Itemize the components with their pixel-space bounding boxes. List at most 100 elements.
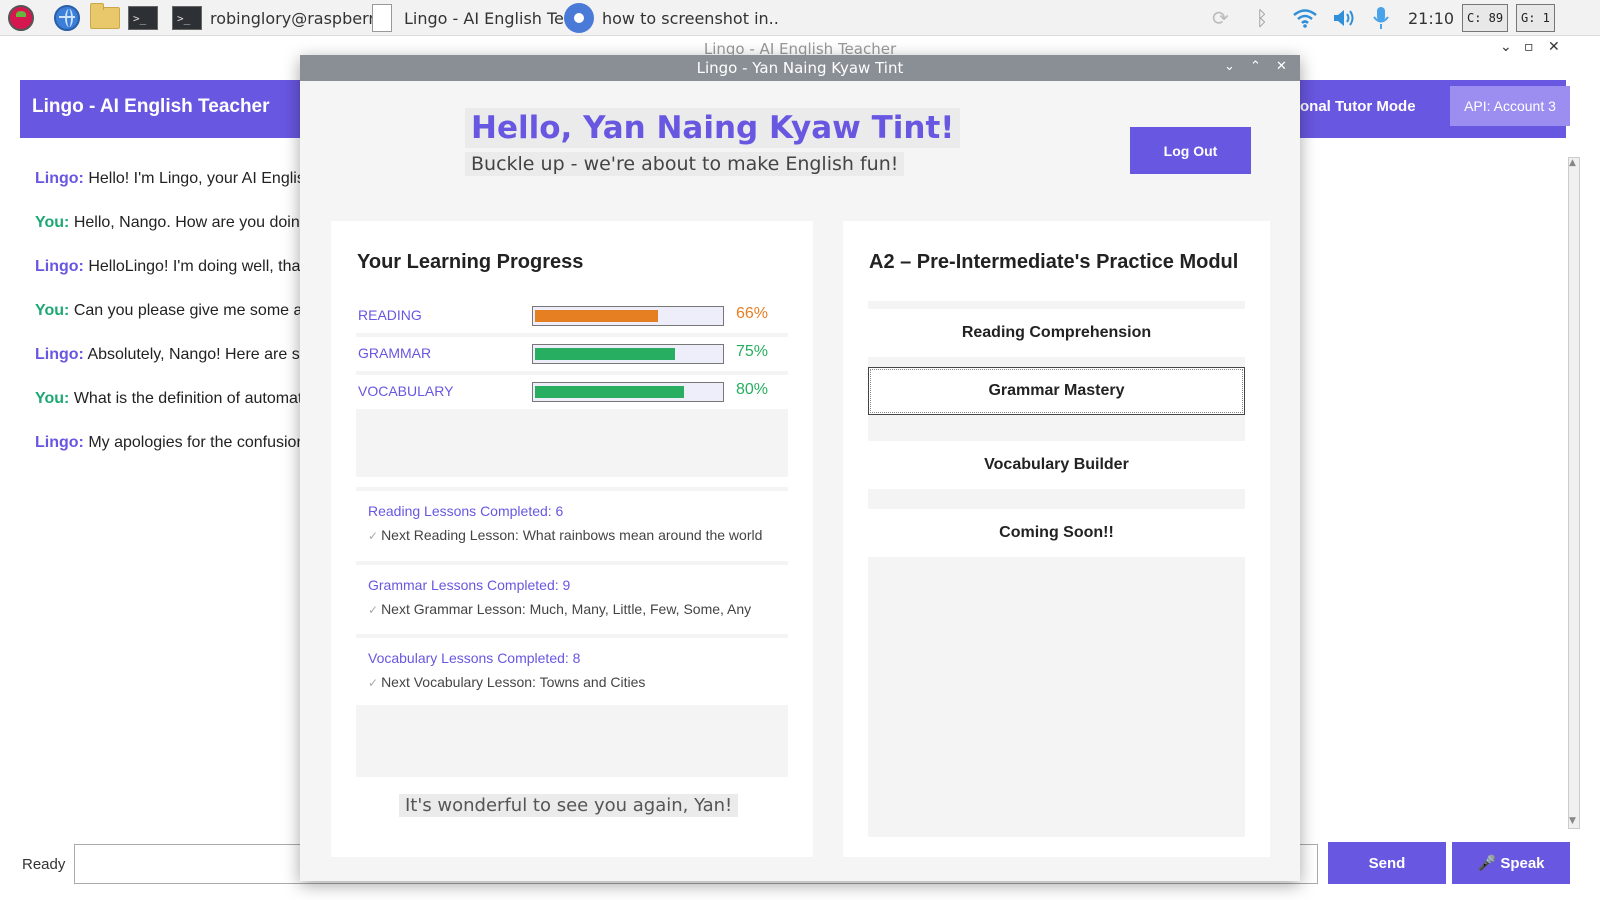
- message-text: HelloLingo! I'm doing well, than: [88, 258, 310, 275]
- progress-bar: [532, 344, 724, 364]
- modules-title: A2 – Pre-Intermediate's Practice Modul: [869, 251, 1239, 273]
- speaker-label: Lingo:: [35, 170, 84, 187]
- speaker-label: Lingo:: [35, 434, 84, 451]
- progress-bar: [532, 382, 724, 402]
- module-coming-soon[interactable]: Coming Soon!!: [868, 509, 1245, 557]
- panel-spacer: [356, 705, 788, 777]
- chromium-icon: [564, 3, 594, 33]
- chat-message: Lingo: HelloLingo! I'm doing well, than: [35, 258, 309, 276]
- greeting-text: Hello, Yan Naing Kyaw Tint!: [471, 110, 955, 146]
- close-icon[interactable]: ✕: [1548, 39, 1560, 55]
- logout-button[interactable]: Log Out: [1130, 127, 1251, 174]
- task-label: how to screenshot in..: [602, 8, 779, 28]
- chat-message: Lingo: My apologies for the confusion,: [35, 434, 310, 452]
- dialog-titlebar[interactable]: Lingo - Yan Naing Kyaw Tint ⌄ ⌃ ✕: [300, 55, 1300, 81]
- api-account-button[interactable]: API: Account 3: [1450, 86, 1570, 126]
- speaker-label: You:: [35, 390, 70, 407]
- module-vocabulary-builder[interactable]: Vocabulary Builder: [868, 441, 1245, 489]
- lesson-summary-reading: Reading Lessons Completed: 6 ✓ Next Readi…: [356, 487, 788, 557]
- lessons-completed: Grammar Lessons Completed: 9: [368, 577, 571, 593]
- progress-percent: 75%: [736, 343, 769, 360]
- progress-title: Your Learning Progress: [357, 251, 584, 273]
- chat-scrollbar[interactable]: [1568, 157, 1580, 829]
- sync-icon[interactable]: ⟳: [1212, 3, 1229, 33]
- bluetooth-icon[interactable]: ᛒ: [1256, 3, 1268, 33]
- message-text: Can you please give me some adv: [73, 302, 320, 319]
- welcome-box: It's wonderful to see you again, Yan!: [399, 794, 739, 817]
- microphone-icon[interactable]: [1372, 3, 1390, 33]
- progress-panel: Your Learning Progress READING 66% GRAMM…: [331, 221, 813, 857]
- chat-message: Lingo: Absolutely, Nango! Here are so: [35, 346, 309, 364]
- progress-row-grammar: GRAMMAR 75%: [356, 337, 788, 371]
- chat-message: Lingo: Hello! I'm Lingo, your AI English: [35, 170, 314, 188]
- file-manager-launcher[interactable]: [90, 3, 120, 33]
- globe-icon: [54, 5, 80, 31]
- progress-fill: [535, 310, 658, 322]
- task-chromium[interactable]: how to screenshot in..: [564, 3, 779, 33]
- message-text: Absolutely, Nango! Here are so: [87, 346, 309, 363]
- terminal-launcher[interactable]: >_: [128, 3, 158, 33]
- message-text: My apologies for the confusion,: [88, 434, 310, 451]
- speaker-label: Lingo:: [35, 346, 84, 363]
- lesson-summary-grammar: Grammar Lessons Completed: 9 ✓ Next Gramm…: [356, 561, 788, 631]
- subtitle-text: Buckle up - we're about to make English …: [471, 153, 899, 175]
- practice-modules-panel: A2 – Pre-Intermediate's Practice Modul R…: [843, 221, 1270, 857]
- speaker-label: You:: [35, 214, 70, 231]
- close-icon[interactable]: ✕: [1276, 59, 1287, 74]
- modules-list: Reading Comprehension Grammar Mastery Vo…: [868, 301, 1245, 837]
- task-lingo[interactable]: Lingo - AI English Te..: [372, 3, 574, 33]
- dialog-title: Lingo - Yan Naing Kyaw Tint: [696, 59, 904, 77]
- speaker-label: Lingo:: [35, 258, 84, 275]
- taskbar: >_ >_ robinglory@raspberr.. Lingo - AI E…: [0, 0, 1600, 36]
- next-lesson: ✓ Next Reading Lesson: What rainbows mean…: [368, 527, 763, 543]
- greeting-box: Hello, Yan Naing Kyaw Tint!: [465, 108, 961, 148]
- clock[interactable]: 21:10: [1408, 3, 1454, 33]
- cpu-monitor[interactable]: C: 89: [1462, 3, 1509, 33]
- subtitle-box: Buckle up - we're about to make English …: [465, 152, 905, 176]
- terminal-icon: >_: [172, 6, 202, 30]
- progress-label: GRAMMAR: [358, 345, 432, 361]
- app-title: Lingo - AI English Teacher: [32, 96, 270, 117]
- check-icon: ✓: [368, 603, 379, 617]
- progress-row-reading: READING 66%: [356, 299, 788, 333]
- app-window-icon: [372, 4, 392, 32]
- progress-fill: [535, 386, 684, 398]
- message-text: Hello! I'm Lingo, your AI English: [88, 170, 314, 187]
- volume-icon[interactable]: [1332, 3, 1358, 33]
- tutor-mode-button[interactable]: onal Tutor Mode: [1300, 98, 1416, 115]
- send-button[interactable]: Send: [1328, 842, 1446, 884]
- next-lesson: ✓ Next Grammar Lesson: Much, Many, Little…: [368, 601, 752, 617]
- dashboard-dialog: Lingo - Yan Naing Kyaw Tint ⌄ ⌃ ✕ Hello,…: [300, 55, 1300, 881]
- progress-label: VOCABULARY: [358, 383, 454, 399]
- module-grammar-mastery[interactable]: Grammar Mastery: [868, 367, 1245, 415]
- lesson-summary-vocabulary: Vocabulary Lessons Completed: 8 ✓ Next Vo…: [356, 634, 788, 704]
- task-label: Lingo - AI English Te..: [404, 8, 575, 28]
- chat-message: You: What is the definition of automat: [35, 390, 302, 408]
- minimize-icon[interactable]: ⌄: [1500, 39, 1512, 55]
- module-reading-comprehension[interactable]: Reading Comprehension: [868, 309, 1245, 357]
- lessons-completed: Vocabulary Lessons Completed: 8: [368, 650, 581, 666]
- message-text: Hello, Nango. How are you doing: [73, 214, 309, 231]
- task-label: robinglory@raspberr..: [210, 8, 384, 28]
- maximize-icon[interactable]: ⌃: [1250, 59, 1261, 74]
- progress-fill: [535, 348, 675, 360]
- gpu-monitor[interactable]: G: 1: [1516, 3, 1555, 33]
- task-terminal[interactable]: >_ robinglory@raspberr..: [172, 3, 384, 33]
- minimize-icon[interactable]: ⌄: [1224, 59, 1235, 74]
- raspberry-menu-button[interactable]: [8, 3, 34, 33]
- speaker-label: You:: [35, 302, 70, 319]
- progress-percent: 80%: [736, 381, 769, 398]
- folder-icon: [90, 3, 120, 29]
- scroll-down-icon[interactable]: ▼: [1569, 816, 1576, 826]
- scroll-up-icon[interactable]: ▲: [1569, 158, 1576, 168]
- raspberry-pi-icon: [8, 5, 34, 31]
- progress-percent: 66%: [736, 305, 769, 322]
- browser-launcher[interactable]: [54, 3, 80, 33]
- maximize-icon[interactable]: ▫: [1524, 39, 1534, 55]
- wifi-icon[interactable]: [1292, 3, 1318, 33]
- next-lesson: ✓ Next Vocabulary Lesson: Towns and Citie…: [368, 674, 646, 690]
- check-icon: ✓: [368, 676, 379, 690]
- progress-bar: [532, 306, 724, 326]
- message-text: What is the definition of automat: [73, 390, 303, 407]
- speak-button[interactable]: 🎤 Speak: [1452, 842, 1570, 884]
